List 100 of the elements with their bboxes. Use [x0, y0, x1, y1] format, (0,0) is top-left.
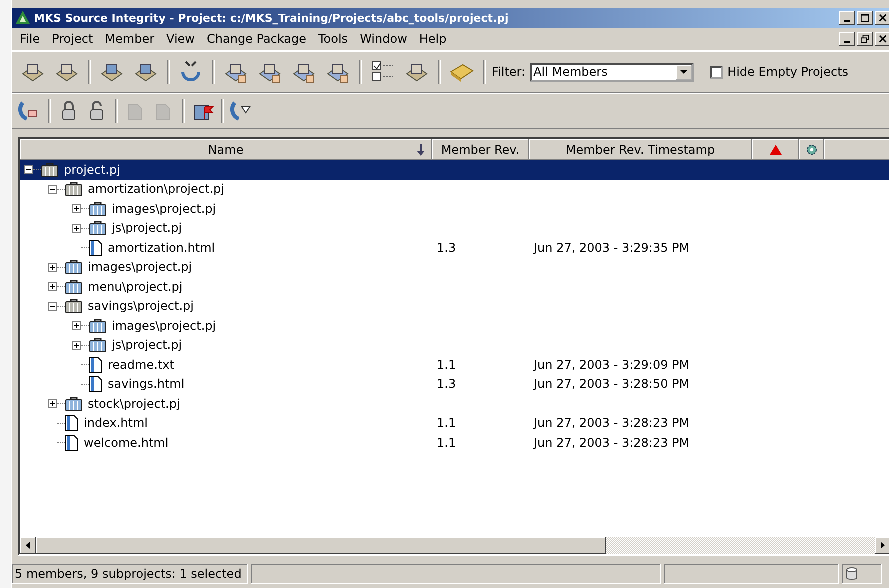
tree-row[interactable]: images\project.pj — [20, 258, 889, 277]
filter-dropdown[interactable]: All Members — [530, 62, 694, 82]
revision-text: 1.1 — [437, 416, 456, 430]
tree-row[interactable]: project.pj — [20, 160, 889, 180]
tree-row[interactable]: stock\project.pj — [20, 394, 889, 414]
close-button[interactable] — [875, 11, 889, 25]
horizontal-scrollbar[interactable] — [20, 537, 889, 554]
status-text: 5 members, 9 subprojects: 1 selected — [12, 564, 248, 584]
logo-icon — [15, 10, 31, 26]
restore-button[interactable] — [857, 32, 873, 46]
timestamp-text: Jun 27, 2003 - 3:28:23 PM — [534, 416, 690, 430]
column-header[interactable]: Member Rev. Timestamp — [529, 139, 752, 160]
close-icon — [878, 34, 888, 44]
briefcase-icon — [65, 181, 83, 198]
file-icon — [89, 240, 103, 256]
minimize-icon — [844, 20, 850, 22]
briefcase-icon — [65, 278, 83, 295]
briefcase-icon — [41, 162, 59, 178]
tree-item-label: js\project.pj — [112, 221, 182, 236]
revision-text: 1.1 — [437, 358, 456, 372]
briefcase-icon — [65, 396, 83, 412]
tree-item-label: savings.html — [108, 377, 185, 392]
tree-item-label: readme.txt — [108, 358, 174, 372]
tree-item-label: images\project.pj — [112, 318, 216, 333]
expander-icon[interactable] — [72, 204, 81, 214]
menu-item[interactable]: Help — [413, 32, 453, 46]
gear-icon — [806, 144, 818, 156]
cylinder-icon — [846, 567, 858, 581]
menu-item[interactable]: View — [160, 32, 201, 46]
tree-row[interactable]: js\project.pj — [20, 336, 889, 355]
menu-item[interactable]: Change Package — [201, 32, 312, 46]
expander-icon[interactable] — [72, 321, 81, 330]
tree-row[interactable]: savings\project.pj — [20, 296, 889, 316]
tree-row[interactable]: images\project.pj — [20, 199, 889, 218]
tree-row[interactable]: amortization\project.pj — [20, 180, 889, 199]
file-icon — [89, 376, 103, 392]
warning-column-header[interactable] — [752, 139, 799, 160]
column-header[interactable]: Name — [20, 139, 432, 160]
expander-icon[interactable] — [48, 302, 57, 311]
scroll-left-button[interactable] — [20, 537, 36, 554]
close-button[interactable] — [875, 32, 889, 46]
tree-row[interactable]: menu\project.pj — [20, 277, 889, 296]
tree-item-label: amortization\project.pj — [88, 182, 224, 196]
tree-item-label: js\project.pj — [112, 338, 182, 352]
briefcase-icon — [89, 337, 107, 354]
maximize-button[interactable] — [857, 11, 873, 25]
restore-icon — [860, 34, 870, 44]
expander-icon[interactable] — [48, 282, 57, 292]
expander-icon[interactable] — [72, 224, 81, 233]
revision-text: 1.3 — [437, 377, 456, 392]
briefcase-icon — [65, 298, 83, 314]
tree-row[interactable]: savings.html 1.3 Jun 27, 2003 - 3:28:50 PM — [20, 374, 889, 394]
tree-item-label: welcome.html — [84, 436, 169, 450]
briefcase-icon — [65, 259, 83, 276]
filter-label: Filter: — [492, 65, 526, 79]
scrollbar-thumb[interactable] — [36, 537, 606, 554]
menu-item[interactable]: File — [14, 32, 46, 46]
expander-icon[interactable] — [24, 165, 33, 174]
left-arrow-icon — [26, 542, 30, 549]
menu-item[interactable]: Window — [354, 32, 414, 46]
menu-item[interactable]: Tools — [312, 32, 354, 46]
expander-icon[interactable] — [48, 399, 57, 408]
dropdown-arrow-icon — [680, 70, 688, 74]
tree-row[interactable]: amortization.html 1.3 Jun 27, 2003 - 3:29:35 PM — [20, 238, 889, 258]
timestamp-text: Jun 27, 2003 - 3:29:09 PM — [534, 358, 690, 372]
timestamp-text: Jun 27, 2003 - 3:29:35 PM — [534, 240, 690, 255]
checkbox-label: Hide Empty Projects — [728, 65, 849, 79]
file-icon — [65, 415, 79, 432]
tree-row[interactable]: js\project.pj — [20, 218, 889, 238]
column-header[interactable]: Member Rev. — [432, 139, 529, 160]
tree-item-label: stock\project.pj — [88, 396, 180, 411]
tree-item-label: project.pj — [64, 162, 120, 177]
expander-icon[interactable] — [48, 184, 57, 194]
timestamp-text: Jun 27, 2003 - 3:28:23 PM — [534, 436, 690, 450]
menu-item[interactable]: Member — [99, 32, 161, 46]
tree-item-label: savings\project.pj — [88, 299, 194, 314]
tree-row[interactable]: images\project.pj — [20, 316, 889, 336]
minimize-icon — [844, 41, 850, 43]
gear-column-header[interactable] — [799, 139, 824, 160]
briefcase-icon — [89, 200, 107, 217]
timestamp-text: Jun 27, 2003 - 3:28:50 PM — [534, 377, 690, 392]
revision-text: 1.3 — [437, 240, 456, 255]
file-icon — [65, 434, 79, 451]
tree-row[interactable]: welcome.html 1.1 Jun 27, 2003 - 3:28:23 PM — [20, 433, 889, 452]
close-icon — [878, 14, 888, 22]
maximize-icon — [860, 14, 870, 22]
briefcase-icon — [89, 220, 107, 236]
minimize-button[interactable] — [839, 32, 855, 46]
expander-icon[interactable] — [72, 340, 81, 350]
window-title: MKS Source Integrity - Project: c:/MKS_Training/Projects/abc_tools/project.pj — [34, 12, 509, 24]
minimize-button[interactable] — [839, 11, 855, 25]
expander-icon[interactable] — [48, 262, 57, 272]
warning-icon — [770, 144, 782, 154]
tree-row[interactable]: readme.txt 1.1 Jun 27, 2003 - 3:29:09 PM — [20, 355, 889, 374]
tree-item-label: menu\project.pj — [88, 280, 183, 294]
tree-row[interactable]: index.html 1.1 Jun 27, 2003 - 3:28:23 PM — [20, 414, 889, 433]
hide-empty-checkbox[interactable] — [710, 66, 723, 78]
scroll-right-button[interactable] — [875, 537, 889, 554]
menu-item[interactable]: Project — [46, 32, 100, 46]
briefcase-icon — [89, 318, 107, 334]
